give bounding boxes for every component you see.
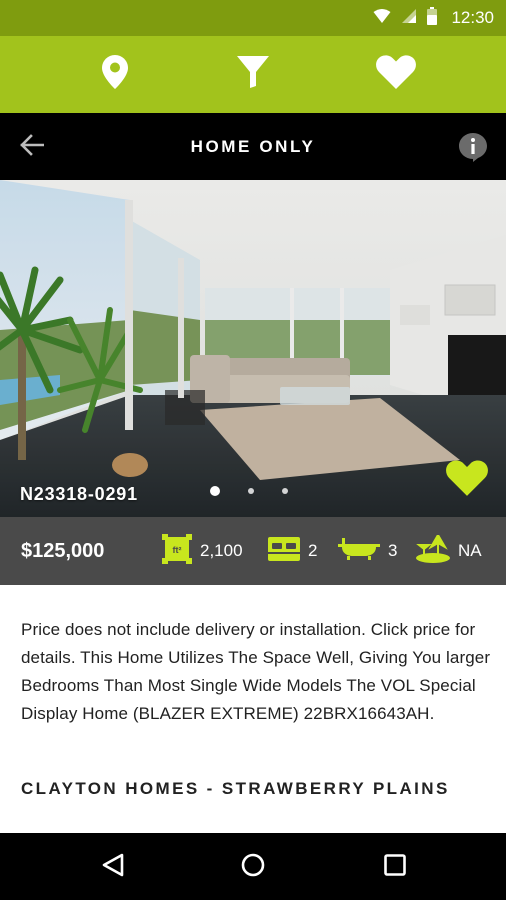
status-icons: 12:30 xyxy=(373,0,494,36)
square-recents-icon xyxy=(384,853,406,881)
status-bar: 12:30 xyxy=(0,0,506,36)
listing-photo[interactable]: N23318-0291 xyxy=(0,180,506,517)
wifi-icon xyxy=(373,8,391,29)
living-room-image xyxy=(0,180,506,517)
dealer-name[interactable]: CLAYTON HOMES - STRAWBERRY PLAINS xyxy=(21,779,450,799)
nav-recents-button[interactable] xyxy=(373,845,417,889)
price[interactable]: $125,000 xyxy=(21,517,104,585)
stat-sqft: ft² 2,100 xyxy=(162,517,243,585)
filter-icon xyxy=(237,56,269,93)
square-feet-icon: ft² xyxy=(162,533,192,569)
land-value: NA xyxy=(458,541,482,560)
signal-icon xyxy=(401,8,417,29)
triangle-back-icon xyxy=(102,853,124,882)
bedrooms-value: 2 xyxy=(308,541,318,560)
stat-bathrooms: 3 xyxy=(338,517,397,585)
listing-id: N23318-0291 xyxy=(20,484,138,504)
top-tab-bar xyxy=(0,36,506,113)
info-icon xyxy=(458,133,488,166)
heart-icon xyxy=(446,460,488,496)
photo-pager xyxy=(210,486,288,496)
circle-home-icon xyxy=(241,853,265,882)
land-icon xyxy=(416,532,450,568)
info-button[interactable] xyxy=(458,132,488,162)
title-bar: HOME ONLY xyxy=(0,113,506,180)
svg-text:ft²: ft² xyxy=(173,545,182,555)
listing-description: Price does not include delivery or insta… xyxy=(21,620,491,723)
bathtub-icon xyxy=(338,537,380,565)
page-title: HOME ONLY xyxy=(190,137,316,156)
tab-filter[interactable] xyxy=(218,36,288,113)
map-pin-icon xyxy=(102,55,128,94)
tab-favorites[interactable] xyxy=(361,36,431,113)
system-nav-bar xyxy=(0,833,506,900)
favorite-button[interactable] xyxy=(446,460,488,498)
status-time: 12:30 xyxy=(451,8,494,27)
nav-back-button[interactable] xyxy=(91,845,135,889)
pager-dot-2[interactable] xyxy=(248,488,254,494)
stat-land: NA xyxy=(416,517,482,585)
bathrooms-value: 3 xyxy=(388,541,398,560)
stat-bedrooms: 2 xyxy=(268,517,317,585)
battery-icon xyxy=(427,6,438,30)
heart-icon xyxy=(376,55,416,94)
sqft-value: 2,100 xyxy=(200,541,243,560)
stats-bar: $125,000 ft² 2,100 2 3 NA xyxy=(0,517,506,585)
nav-home-button[interactable] xyxy=(231,845,275,889)
pager-dot-3[interactable] xyxy=(282,488,288,494)
bed-icon xyxy=(268,536,300,566)
tab-location[interactable] xyxy=(80,36,150,113)
pager-dot-1[interactable] xyxy=(210,486,220,496)
